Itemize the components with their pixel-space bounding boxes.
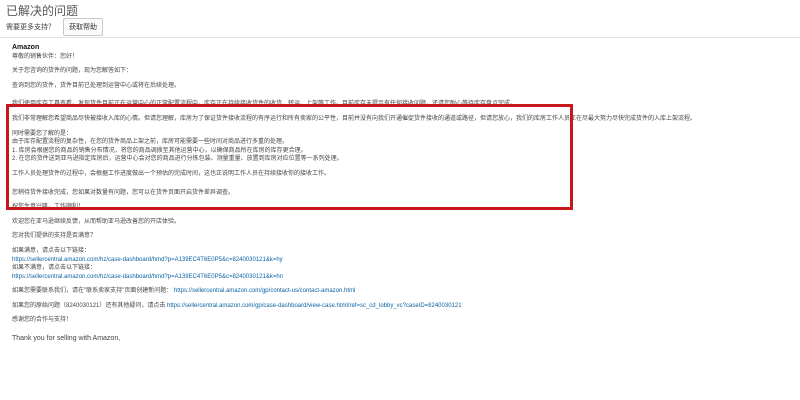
reply-label: 如果您的原始问题（8240030121）还有其他疑问，请点击 xyxy=(12,302,166,309)
after-paragraph-1: 您稍待货件接收完成，您如果对数量有问题，您可以在货件页面开启货件差异调查。 xyxy=(12,189,235,196)
after-paragraph-2: 祝您生意兴隆，工作顺利！ xyxy=(12,204,85,211)
no-label: 如果不满意，请点击以下链接： xyxy=(12,265,97,272)
highlight-paragraph-6: 2. 在您的货件送到亚马逊指定库房后，运营中心会对您的商品进行分拣包装、测量重量… xyxy=(12,156,343,163)
help-prompt: 需要更多支持？ xyxy=(6,24,55,31)
divider xyxy=(0,37,800,38)
greeting: 尊敬的销售伙伴：您好！ xyxy=(12,53,79,60)
contact-label: 如果您需要联系我们，请在"联系卖家支持"页面创建新问题： xyxy=(12,288,173,295)
help-bar: 需要更多支持？ 获取帮助 xyxy=(6,18,103,36)
highlight-paragraph-1: 我们使用库存工具查看，发现货件目前正在运营中心的正常配置流程中，库存正在持续接收… xyxy=(12,101,517,108)
yes-label: 如果满意，请点击以下链接： xyxy=(12,247,91,254)
highlight-paragraph-2: 我们非常理解您希望商品尽快被接收入库的心情。但请您理解，库房为了保证货件接收流程… xyxy=(12,115,697,122)
page-title: 已解决的问题 xyxy=(6,4,79,18)
highlight-paragraph-7: 工作人员处理货件的过程中，会根据工作进度做出一个预估的完成时间，这也正说明工作人… xyxy=(12,170,331,177)
contact-line: 如果您需要联系我们，请在"联系卖家支持"页面创建新问题： https://sel… xyxy=(12,287,790,296)
sender-name: Amazon xyxy=(12,44,40,51)
reply-line: 如果您的原始问题（8240030121）还有其他疑问，请点击 https://s… xyxy=(12,302,790,311)
highlight-paragraph-5: 1. 库房会根据您的商品的销售分布情况，将您的商品调拨至其他运营中心，以确保商品… xyxy=(12,147,307,154)
no-link[interactable]: https://sellercentral.amazon.com/hz/case… xyxy=(12,274,283,280)
closing-text: Thank you for selling with Amazon, xyxy=(12,335,121,343)
highlight-paragraph-4: 由于库存配置流程的复杂性，在您的货件商品上架之前，库房可能需要一些时间对商品进行… xyxy=(12,139,289,146)
contact-link[interactable]: https://sellercentral.amazon.com/gp/cont… xyxy=(174,288,355,294)
highlight-paragraph-3: 同时需要您了解的是： xyxy=(12,130,73,137)
reply-link[interactable]: https://sellercentral.amazon.com/gp/case… xyxy=(167,303,462,309)
thanks-text: 感谢您的合作与支持！ xyxy=(12,317,73,324)
after-paragraph-3: 欢迎您在亚马逊继续反馈，从而帮助亚马逊改善您的开店体验。 xyxy=(12,218,181,225)
case-message: Amazon 尊敬的销售伙伴：您好！ 关于您咨询的货件的问题，现为您解答如下： … xyxy=(12,44,790,344)
get-help-button[interactable]: 获取帮助 xyxy=(63,18,103,36)
case-page: 已解决的问题 需要更多支持？ 获取帮助 Amazon 尊敬的销售伙伴：您好！ 关… xyxy=(0,0,800,400)
check-text: 查询到您的货件，货件目前已处理到运营中心或将在后续处理。 xyxy=(12,82,181,89)
after-paragraph-4: 您对我们提供的支持是否满意？ xyxy=(12,233,97,240)
yes-link[interactable]: https://sellercentral.amazon.com/hz/case… xyxy=(12,257,283,263)
intro-text: 关于您咨询的货件的问题，现为您解答如下： xyxy=(12,68,133,75)
